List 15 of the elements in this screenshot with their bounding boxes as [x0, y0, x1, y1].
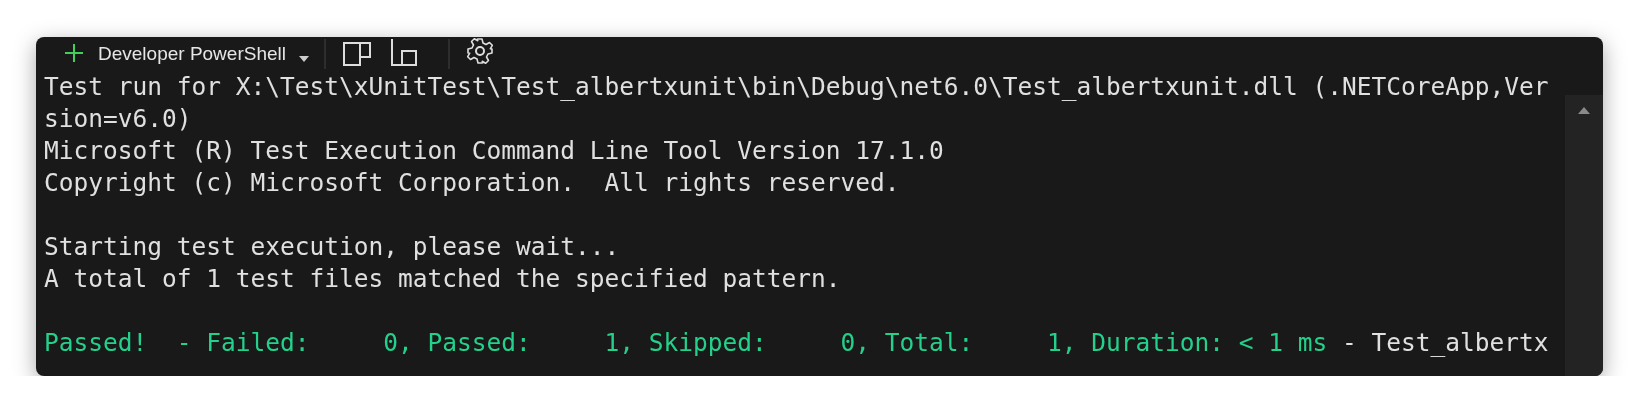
output-text: - Test_albertx — [1341, 328, 1549, 357]
output-text: Starting test execution, please wait... — [44, 232, 620, 261]
profile-dropdown[interactable]: Developer PowerShell — [98, 43, 286, 65]
output-text: Test run for X:\Test\xUnitTest\Test_albertxunit\bin\Debug\net6.0\Test_albertxunit.dll (.NETCoreApp,Ver — [44, 72, 1549, 101]
output-text: sion=v6.0) — [44, 104, 192, 133]
output-text: Copyright (c) Microsoft Corporation. All rights reserved. — [44, 168, 900, 197]
settings-icon[interactable] — [466, 37, 494, 65]
scroll-up-icon[interactable] — [1577, 105, 1591, 115]
split-pane-icon[interactable] — [388, 37, 418, 67]
output-text: Microsoft (R) Test Execution Command Line Tool Version 17.1.0 — [44, 136, 944, 165]
scrollbar[interactable] — [1565, 95, 1603, 376]
caret-icon[interactable] — [298, 55, 310, 63]
output-text: A total of 1 test files matched the specified pattern. — [44, 264, 841, 293]
plus-icon[interactable] — [64, 43, 84, 63]
test-summary: Passed! - Failed: 0, Passed: 1, Skipped: 0, Total: 1, Duration: < 1 ms — [44, 328, 1328, 357]
